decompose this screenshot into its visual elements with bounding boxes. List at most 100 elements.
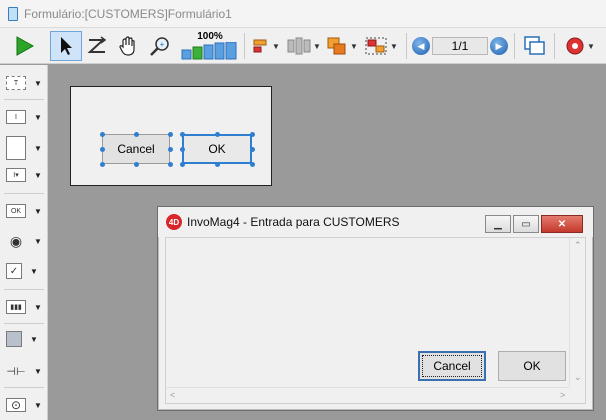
entry-order-button[interactable] [84, 31, 110, 61]
chevron-down-icon: ▼ [34, 112, 42, 122]
runtime-ok-button[interactable]: OK [498, 351, 566, 381]
close-icon: ✕ [557, 218, 567, 230]
text-tool-icon: T [6, 76, 26, 90]
scroll-up-icon[interactable]: ⌃ [574, 240, 582, 251]
svg-text:+: + [160, 40, 165, 49]
scroll-down-icon[interactable]: ⌄ [574, 372, 582, 383]
selection-handle[interactable] [180, 162, 185, 167]
selection-handle[interactable] [134, 162, 139, 167]
maximize-button[interactable]: ▭ [513, 215, 539, 233]
layer-button[interactable]: ▼ [324, 31, 360, 61]
toolbar: + 100% ▼ ▼ ▼ ▼ ◀ 1/1 ▶ ▼ [0, 28, 606, 64]
chevron-down-icon: ▼ [34, 206, 42, 216]
selection-handle[interactable] [168, 147, 173, 152]
palette-separator [4, 289, 44, 290]
settings-icon [566, 37, 584, 55]
chevron-down-icon: ▼ [350, 41, 358, 51]
palette-item-combo[interactable]: I▾ ▼ [6, 163, 46, 187]
chevron-down-icon: ▼ [30, 266, 38, 276]
minimize-icon: ▁ [494, 218, 502, 230]
editor-ok-button[interactable]: OK [182, 134, 252, 164]
form-editor-area[interactable]: Cancel OK [70, 86, 272, 186]
selection-handle[interactable] [180, 147, 185, 152]
zoom-icon: + [150, 37, 169, 56]
entry-order-icon [87, 36, 107, 53]
scroll-right-icon[interactable]: > [560, 390, 565, 400]
chevron-down-icon: ▼ [34, 236, 42, 246]
zoom-level-control[interactable]: 100% [180, 31, 240, 61]
selection-handle[interactable] [250, 162, 255, 167]
settings-button[interactable]: ▼ [560, 31, 600, 61]
4d-logo-icon: 4D [166, 214, 182, 230]
minimize-button[interactable]: ▁ [485, 215, 511, 233]
radio-tool-icon: ◉ [9, 232, 23, 249]
palette-item-button[interactable]: OK ▼ [6, 199, 46, 223]
runtime-window: 4D InvoMag4 - Entrada para CUSTOMERS ▁ ▭… [157, 206, 594, 411]
zoom-tool-button[interactable]: + [146, 31, 174, 61]
next-page-button[interactable]: ▶ [490, 37, 508, 55]
toolbar-separator [244, 33, 245, 59]
selection-handle[interactable] [100, 132, 105, 137]
palette-item-splitter[interactable]: ⊣⊢ ▼ [6, 359, 46, 383]
palette-item-plugin[interactable]: ⊙ ▼ [6, 393, 46, 417]
run-button[interactable] [10, 31, 38, 61]
runtime-cancel-button[interactable]: Cancel [418, 351, 486, 381]
chevron-down-icon: ▼ [30, 334, 38, 344]
prev-page-icon: ◀ [417, 40, 425, 51]
selection-handle[interactable] [168, 132, 173, 137]
palette-separator [4, 387, 44, 388]
selection-handle[interactable] [180, 132, 185, 137]
palette-item-indicator[interactable]: ▮▮▮ ▼ [6, 295, 46, 319]
form-icon [8, 6, 18, 21]
chevron-down-icon: ▼ [272, 41, 280, 51]
chevron-down-icon: ▼ [587, 41, 595, 51]
runtime-window-title: InvoMag4 - Entrada para CUSTOMERS [187, 215, 400, 229]
group-icon [365, 37, 387, 55]
toolbar-separator [554, 33, 555, 59]
selection-handle[interactable] [215, 162, 220, 167]
editor-cancel-button[interactable]: Cancel [102, 134, 170, 164]
selection-handle[interactable] [250, 147, 255, 152]
splitter-tool-icon: ⊣⊢ [6, 365, 26, 378]
palette-item-text[interactable]: T ▼ [6, 71, 46, 95]
selection-handle[interactable] [168, 162, 173, 167]
chevron-down-icon: ▼ [313, 41, 321, 51]
chevron-down-icon: ▼ [34, 78, 42, 88]
align-button[interactable]: ▼ [248, 31, 282, 61]
toolbar-separator [406, 33, 407, 59]
list-tool-icon [6, 136, 26, 160]
horizontal-scrollbar[interactable]: < > [166, 387, 571, 403]
close-button[interactable]: ✕ [541, 215, 583, 233]
selection-handle[interactable] [100, 147, 105, 152]
maximize-icon: ▭ [521, 218, 531, 230]
scroll-left-icon[interactable]: < [170, 390, 175, 400]
group-button[interactable]: ▼ [362, 31, 400, 61]
checkbox-tool-icon: ✓ [6, 263, 22, 279]
object-palette: T ▼ I ▼ ▼ I▾ ▼ OK ▼ ◉ ▼ ✓ ▼ ▮▮▮ ▼ ▼ ⊣⊢ ▼ ⊙ ▼ [0, 65, 48, 420]
prev-page-button[interactable]: ◀ [412, 37, 430, 55]
chevron-down-icon: ▼ [34, 366, 42, 376]
hand-tool-button[interactable] [114, 31, 142, 61]
palette-item-field[interactable]: I ▼ [6, 105, 46, 129]
pointer-tool-button[interactable] [50, 31, 82, 61]
button-tool-icon: OK [6, 204, 26, 218]
palette-item-radio[interactable]: ◉ ▼ [6, 229, 46, 253]
vertical-scrollbar[interactable]: ⌃ ⌄ [569, 238, 585, 388]
zoom-label: 100% [197, 31, 223, 42]
indicator-tool-icon: ▮▮▮ [6, 300, 26, 314]
title-bar: Formulário:[CUSTOMERS]Formulário1 [0, 0, 606, 28]
palette-item-rectangle[interactable]: ▼ [6, 327, 46, 351]
windows-button[interactable] [520, 31, 550, 61]
palette-item-checkbox[interactable]: ✓ ▼ [6, 259, 46, 283]
selection-handle[interactable] [100, 162, 105, 167]
selection-handle[interactable] [215, 132, 220, 137]
selection-handle[interactable] [134, 132, 139, 137]
pointer-icon [61, 37, 72, 55]
page-indicator[interactable]: 1/1 [432, 37, 488, 55]
distribute-button[interactable]: ▼ [286, 31, 322, 61]
selection-handle[interactable] [250, 132, 255, 137]
palette-separator [4, 99, 44, 100]
palette-separator [4, 323, 44, 324]
palette-item-list[interactable]: ▼ [6, 133, 46, 163]
combo-tool-icon: I▾ [6, 168, 26, 182]
